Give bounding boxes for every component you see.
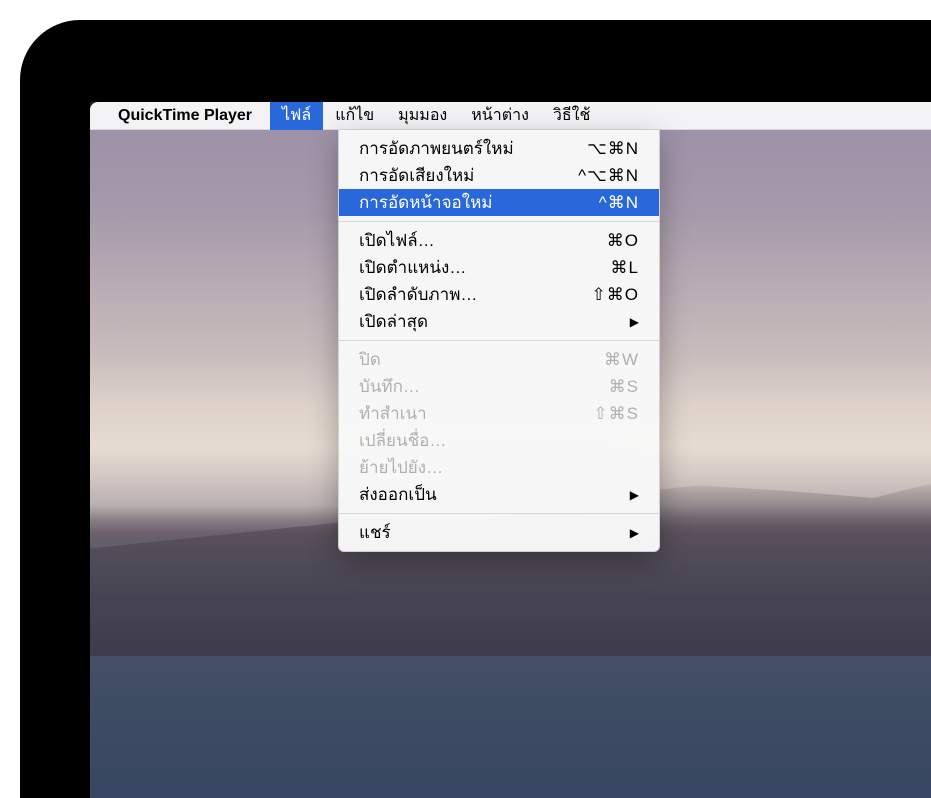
menu-item-shortcut: ⌘S: [609, 377, 639, 397]
menu-item-label: ย้ายไปยัง…: [359, 454, 639, 481]
menu-item-label: การอัดหน้าจอใหม่: [359, 189, 599, 216]
submenu-arrow-icon: ▶: [630, 315, 639, 329]
menu-item-label: การอัดภาพยนตร์ใหม่: [359, 135, 587, 162]
menu-item-shortcut: ⇧⌘O: [592, 285, 639, 305]
menu-file[interactable]: ไฟล์: [270, 102, 323, 130]
menu-item-label: เปลี่ยนชื่อ…: [359, 427, 639, 454]
menu-separator: [339, 221, 659, 222]
menu-item-shortcut: ⌥⌘N: [587, 139, 639, 159]
menu-item-label: ทำสำเนา: [359, 400, 593, 427]
menu-item-shortcut: ⌘W: [604, 350, 639, 370]
menu-separator: [339, 513, 659, 514]
menu-separator: [339, 340, 659, 341]
menu-item-label: ปิด: [359, 346, 604, 373]
screen: QuickTime Player ไฟล์ แก้ไข มุมมอง หน้าต…: [90, 102, 931, 798]
app-name[interactable]: QuickTime Player: [118, 107, 252, 125]
menu-edit[interactable]: แก้ไข: [323, 102, 386, 130]
menu-item-shortcut: ⌘L: [611, 258, 639, 278]
menu-item-shortcut: ^⌘N: [599, 193, 639, 213]
menu-help[interactable]: วิธีใช้: [541, 102, 602, 130]
file-menu-dropdown: การอัดภาพยนตร์ใหม่ ⌥⌘N การอัดเสียงใหม่ ^…: [338, 130, 660, 552]
menu-item-label: เปิดตำแหน่ง…: [359, 254, 611, 281]
menu-item-shortcut: ⌘O: [607, 231, 639, 251]
menu-item-open-location[interactable]: เปิดตำแหน่ง… ⌘L: [339, 254, 659, 281]
menu-item-open-image-sequence[interactable]: เปิดลำดับภาพ… ⇧⌘O: [339, 281, 659, 308]
menu-item-save: บันทึก… ⌘S: [339, 373, 659, 400]
menu-item-label: การอัดเสียงใหม่: [359, 162, 578, 189]
menu-item-open-recent[interactable]: เปิดล่าสุด ▶: [339, 308, 659, 335]
menu-item-new-movie-recording[interactable]: การอัดภาพยนตร์ใหม่ ⌥⌘N: [339, 135, 659, 162]
screen-bezel: QuickTime Player ไฟล์ แก้ไข มุมมอง หน้าต…: [20, 20, 931, 798]
menu-item-duplicate: ทำสำเนา ⇧⌘S: [339, 400, 659, 427]
menu-item-new-screen-recording[interactable]: การอัดหน้าจอใหม่ ^⌘N: [339, 189, 659, 216]
submenu-arrow-icon: ▶: [630, 526, 639, 540]
menu-item-export-as[interactable]: ส่งออกเป็น ▶: [339, 481, 659, 508]
menu-item-move-to: ย้ายไปยัง…: [339, 454, 659, 481]
menu-item-new-audio-recording[interactable]: การอัดเสียงใหม่ ^⌥⌘N: [339, 162, 659, 189]
menu-view[interactable]: มุมมอง: [386, 102, 459, 130]
menu-item-label: เปิดลำดับภาพ…: [359, 281, 592, 308]
menu-item-label: บันทึก…: [359, 373, 609, 400]
menu-item-share[interactable]: แชร์ ▶: [339, 519, 659, 546]
menu-item-close: ปิด ⌘W: [339, 346, 659, 373]
menu-item-label: เปิดไฟล์…: [359, 227, 607, 254]
menu-item-rename: เปลี่ยนชื่อ…: [339, 427, 659, 454]
device-frame: QuickTime Player ไฟล์ แก้ไข มุมมอง หน้าต…: [0, 0, 931, 798]
menu-item-label: แชร์: [359, 519, 630, 546]
menu-item-shortcut: ^⌥⌘N: [578, 166, 639, 186]
menubar: QuickTime Player ไฟล์ แก้ไข มุมมอง หน้าต…: [90, 102, 931, 130]
menu-item-shortcut: ⇧⌘S: [593, 404, 639, 424]
menu-item-open-file[interactable]: เปิดไฟล์… ⌘O: [339, 227, 659, 254]
menu-item-label: ส่งออกเป็น: [359, 481, 630, 508]
menu-item-label: เปิดล่าสุด: [359, 308, 630, 335]
submenu-arrow-icon: ▶: [630, 488, 639, 502]
menu-window[interactable]: หน้าต่าง: [459, 102, 541, 130]
